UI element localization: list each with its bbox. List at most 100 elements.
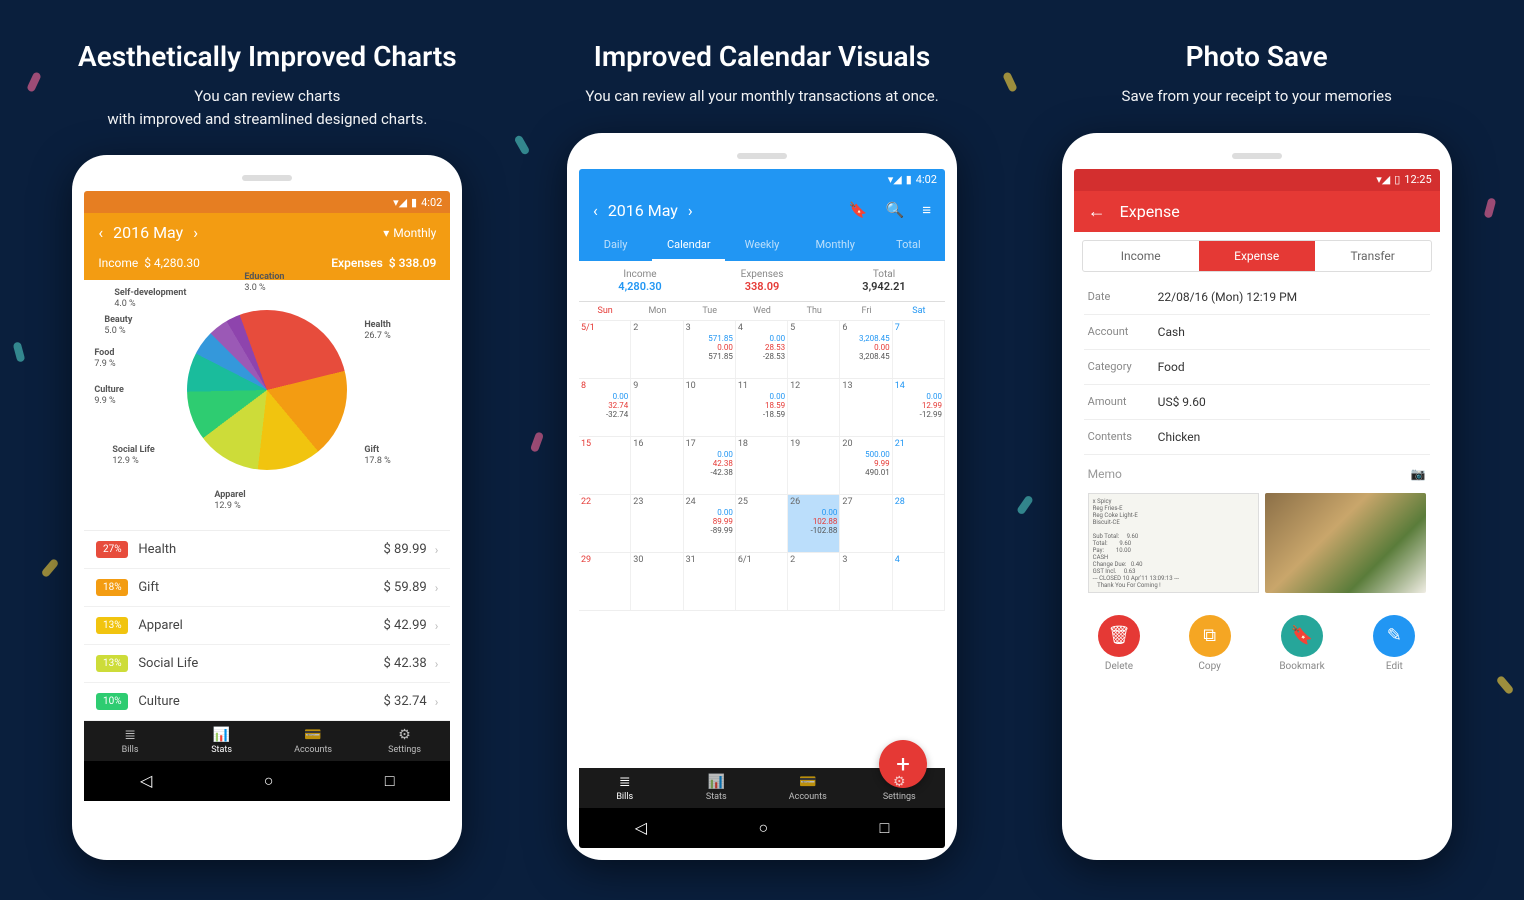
- calendar-cell[interactable]: 29: [579, 553, 631, 610]
- home-icon[interactable]: ○: [758, 818, 768, 838]
- calendar-cell[interactable]: 19: [788, 437, 840, 494]
- calendar-cell[interactable]: 12: [788, 379, 840, 436]
- calendar-cell[interactable]: 10: [684, 379, 736, 436]
- calendar-cell[interactable]: 63,208.450.003,208.45: [840, 321, 892, 378]
- search-icon[interactable]: 🔍: [886, 201, 905, 219]
- calendar-cell[interactable]: 27: [840, 495, 892, 552]
- calendar-cell[interactable]: 2: [631, 321, 683, 378]
- calendar-cell[interactable]: 110.0018.59-18.59: [736, 379, 788, 436]
- calendar-cell[interactable]: 6/1: [736, 553, 788, 610]
- tab-income[interactable]: Income: [1083, 241, 1199, 271]
- calendar-cell[interactable]: 15: [579, 437, 631, 494]
- calendar-cell[interactable]: 9: [631, 379, 683, 436]
- receipt-image[interactable]: x SpicyReg Fries-EReg Coke Light-EBiscui…: [1088, 493, 1259, 593]
- nav-accounts[interactable]: 💳Accounts: [762, 774, 854, 802]
- nav-stats[interactable]: 📊Stats: [176, 727, 268, 755]
- calendar-cell[interactable]: 7: [893, 321, 945, 378]
- nav-bills[interactable]: ≣Bills: [84, 727, 176, 755]
- nav-settings[interactable]: ⚙Settings: [359, 727, 451, 755]
- date-row[interactable]: Date22/08/16 (Mon) 12:19 PM: [1084, 280, 1430, 315]
- back-icon[interactable]: ◁: [140, 771, 152, 791]
- edit-button[interactable]: ✎Edit: [1373, 615, 1415, 672]
- tab-calendar[interactable]: Calendar: [652, 230, 725, 261]
- calendar-cell[interactable]: 2: [788, 553, 840, 610]
- calendar-cell[interactable]: 260.00102.88-102.88: [788, 495, 840, 552]
- calendar-cell[interactable]: 31: [684, 553, 736, 610]
- expense-label: Expenses: [701, 269, 823, 280]
- category-row[interactable]: 10%Culture$ 32.74›: [84, 683, 450, 721]
- tab-expense[interactable]: Expense: [1199, 241, 1315, 271]
- back-icon[interactable]: ◁: [635, 818, 647, 838]
- calendar-cell[interactable]: 5: [788, 321, 840, 378]
- day-header: Thu: [788, 302, 840, 320]
- calendar-cell[interactable]: 4: [893, 553, 945, 610]
- nav-stats[interactable]: 📊Stats: [671, 774, 763, 802]
- bookmark-button[interactable]: 🔖Bookmark: [1279, 615, 1324, 672]
- nav-settings[interactable]: ⚙Settings: [854, 774, 946, 802]
- category-row[interactable]: CategoryFood: [1084, 350, 1430, 385]
- calendar-cell[interactable]: 5/1: [579, 321, 631, 378]
- system-nav: ◁ ○ □: [84, 761, 450, 801]
- period-select[interactable]: Monthly: [393, 226, 436, 240]
- tab-daily[interactable]: Daily: [579, 230, 652, 261]
- account-row[interactable]: AccountCash: [1084, 315, 1430, 350]
- panel3-sub: Save from your receipt to your memories: [1122, 85, 1392, 108]
- food-photo[interactable]: [1265, 493, 1426, 593]
- filter-icon[interactable]: ≡: [922, 201, 931, 219]
- category-row[interactable]: 13%Apparel$ 42.99›: [84, 607, 450, 645]
- tab-monthly[interactable]: Monthly: [799, 230, 872, 261]
- calendar-cell[interactable]: 3: [840, 553, 892, 610]
- month-label[interactable]: 2016 May: [113, 223, 183, 242]
- back-arrow-icon[interactable]: ←: [1088, 201, 1106, 222]
- prev-month-icon[interactable]: ‹: [98, 223, 103, 242]
- category-row[interactable]: 27%Health$ 89.99›: [84, 531, 450, 569]
- calendar-cell[interactable]: 3571.850.00571.85: [684, 321, 736, 378]
- tab-weekly[interactable]: Weekly: [725, 230, 798, 261]
- calendar-cell[interactable]: 170.0042.38-42.38: [684, 437, 736, 494]
- panel2-sub: You can review all your monthly transact…: [585, 85, 938, 108]
- tab-total[interactable]: Total: [872, 230, 945, 261]
- copy-button[interactable]: ⧉Copy: [1189, 615, 1231, 672]
- recent-icon[interactable]: □: [385, 771, 395, 791]
- next-month-icon[interactable]: ›: [193, 223, 198, 242]
- calendar-cell[interactable]: 23: [631, 495, 683, 552]
- bookmark-icon[interactable]: 🔖: [849, 201, 868, 219]
- delete-button[interactable]: 🗑Delete: [1098, 615, 1140, 672]
- category-row[interactable]: 18%Gift$ 59.89›: [84, 569, 450, 607]
- month-label[interactable]: 2016 May: [608, 201, 678, 220]
- calendar-cell[interactable]: 13: [840, 379, 892, 436]
- calendar-cell[interactable]: 16: [631, 437, 683, 494]
- calendar-cell[interactable]: 25: [736, 495, 788, 552]
- amount-row[interactable]: AmountUS$ 9.60: [1084, 385, 1430, 420]
- category-row[interactable]: 13%Social Life$ 42.38›: [84, 645, 450, 683]
- status-time: 12:25: [1404, 173, 1431, 186]
- day-header: Tue: [684, 302, 736, 320]
- calendar-cell[interactable]: 20500.009.99490.01: [840, 437, 892, 494]
- calendar-cell[interactable]: 80.0032.74-32.74: [579, 379, 631, 436]
- bottom-nav: ≣Bills📊Stats💳Accounts⚙Settings: [579, 768, 945, 808]
- summary-row: Income4,280.30 Expenses338.09 Total3,942…: [579, 261, 945, 302]
- phone-mockup-3: ▾◢ ▯ 12:25 ← Expense IncomeExpenseTransf…: [1062, 133, 1452, 861]
- recent-icon[interactable]: □: [880, 818, 890, 838]
- calendar-cell[interactable]: 40.0028.53-28.53: [736, 321, 788, 378]
- nav-bills[interactable]: ≣Bills: [579, 774, 671, 802]
- calendar-cell[interactable]: 21: [893, 437, 945, 494]
- home-icon[interactable]: ○: [264, 771, 274, 791]
- camera-icon[interactable]: 📷: [1411, 467, 1426, 481]
- prev-month-icon[interactable]: ‹: [593, 201, 598, 220]
- calendar-cell[interactable]: 240.0089.99-89.99: [684, 495, 736, 552]
- calendar-cell[interactable]: 140.0012.99-12.99: [893, 379, 945, 436]
- memo-row[interactable]: Memo 📷: [1088, 467, 1426, 481]
- calendar-cell[interactable]: 28: [893, 495, 945, 552]
- next-month-icon[interactable]: ›: [688, 201, 693, 220]
- contents-row[interactable]: ContentsChicken: [1084, 420, 1430, 455]
- calendar-cell[interactable]: 18: [736, 437, 788, 494]
- calendar-header: SunMonTueWedThuFriSat: [579, 302, 945, 321]
- pie-label: Gift17.8 %: [364, 445, 390, 467]
- calendar-cell[interactable]: 22: [579, 495, 631, 552]
- tab-transfer[interactable]: Transfer: [1315, 241, 1431, 271]
- day-header: Sat: [893, 302, 945, 320]
- status-bar: ▾◢ ▯ 12:25: [1074, 169, 1440, 191]
- nav-accounts[interactable]: 💳Accounts: [267, 727, 359, 755]
- calendar-cell[interactable]: 30: [631, 553, 683, 610]
